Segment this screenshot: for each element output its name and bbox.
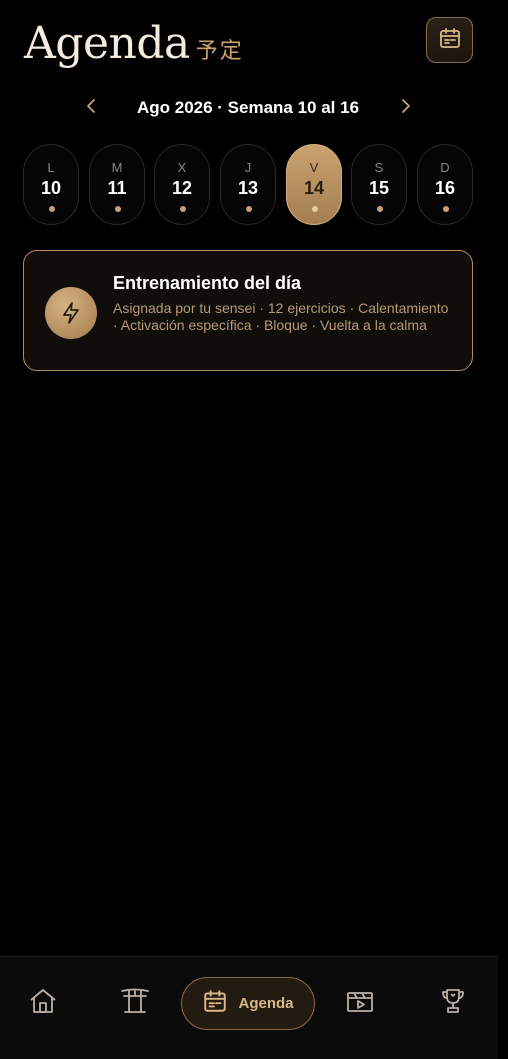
event-dot (246, 206, 252, 212)
day-number: 12 (171, 178, 193, 198)
day-letter: V (309, 160, 319, 175)
day-number: 15 (368, 178, 390, 198)
day-number: 13 (237, 178, 259, 198)
event-dot (115, 206, 121, 212)
workout-card[interactable]: Entrenamiento del día Asignada por tu se… (23, 250, 473, 371)
day-letter: D (440, 160, 450, 175)
header: Agenda 予定 (0, 0, 508, 80)
video-icon (345, 988, 375, 1019)
bottom-nav: Agenda (0, 956, 498, 1059)
trophy-icon (439, 987, 467, 1020)
nav-home[interactable] (21, 977, 65, 1030)
day-pill-sun[interactable]: D 16 (417, 144, 473, 225)
day-letter: J (244, 160, 252, 175)
chevron-right-icon[interactable] (393, 94, 417, 118)
calendar-button[interactable] (426, 17, 473, 63)
workout-title: Entrenamiento del día (113, 273, 302, 293)
torii-icon (120, 987, 150, 1020)
nav-agenda-label: Agenda (238, 995, 294, 1012)
day-letter: S (374, 160, 384, 175)
event-dot (443, 206, 449, 212)
event-dot (377, 206, 383, 212)
nav-dojo[interactable] (113, 977, 157, 1030)
day-number: 10 (40, 178, 62, 198)
day-letter: L (47, 160, 55, 175)
day-pill-tue[interactable]: M 11 (89, 144, 145, 225)
workout-description: Asignada por tu sensei · 12 ejercicios ·… (113, 300, 449, 333)
day-pill-wed[interactable]: X 12 (154, 144, 210, 225)
lightning-icon (45, 287, 97, 339)
calendar-icon (202, 988, 228, 1019)
event-dot (312, 206, 318, 212)
day-selector: L 10 M 11 X 12 J 13 V 14 S 15 D 16 (23, 144, 473, 225)
day-letter: M (111, 160, 123, 175)
day-pill-mon[interactable]: L 10 (23, 144, 79, 225)
page-title: Agenda 予定 (24, 18, 244, 69)
day-pill-thu[interactable]: J 13 (220, 144, 276, 225)
day-number: 14 (303, 178, 325, 198)
day-number: 11 (107, 178, 127, 198)
day-pill-fri[interactable]: V 14 (286, 144, 342, 225)
home-icon (28, 987, 58, 1020)
calendar-icon (438, 26, 462, 55)
nav-agenda[interactable]: Agenda (181, 977, 315, 1030)
page-title-text: Agenda (24, 18, 190, 69)
page-subtitle: 予定 (195, 39, 244, 64)
nav-achievements[interactable] (431, 977, 475, 1030)
day-number: 16 (434, 178, 456, 198)
week-navigator: Ago 2026 · Semana 10 al 16 (0, 92, 496, 124)
nav-videos[interactable] (338, 977, 382, 1030)
event-dot (49, 206, 55, 212)
week-label: Ago 2026 · Semana 10 al 16 (136, 98, 360, 117)
day-pill-sat[interactable]: S 15 (351, 144, 407, 225)
event-dot (180, 206, 186, 212)
day-letter: X (177, 160, 187, 175)
